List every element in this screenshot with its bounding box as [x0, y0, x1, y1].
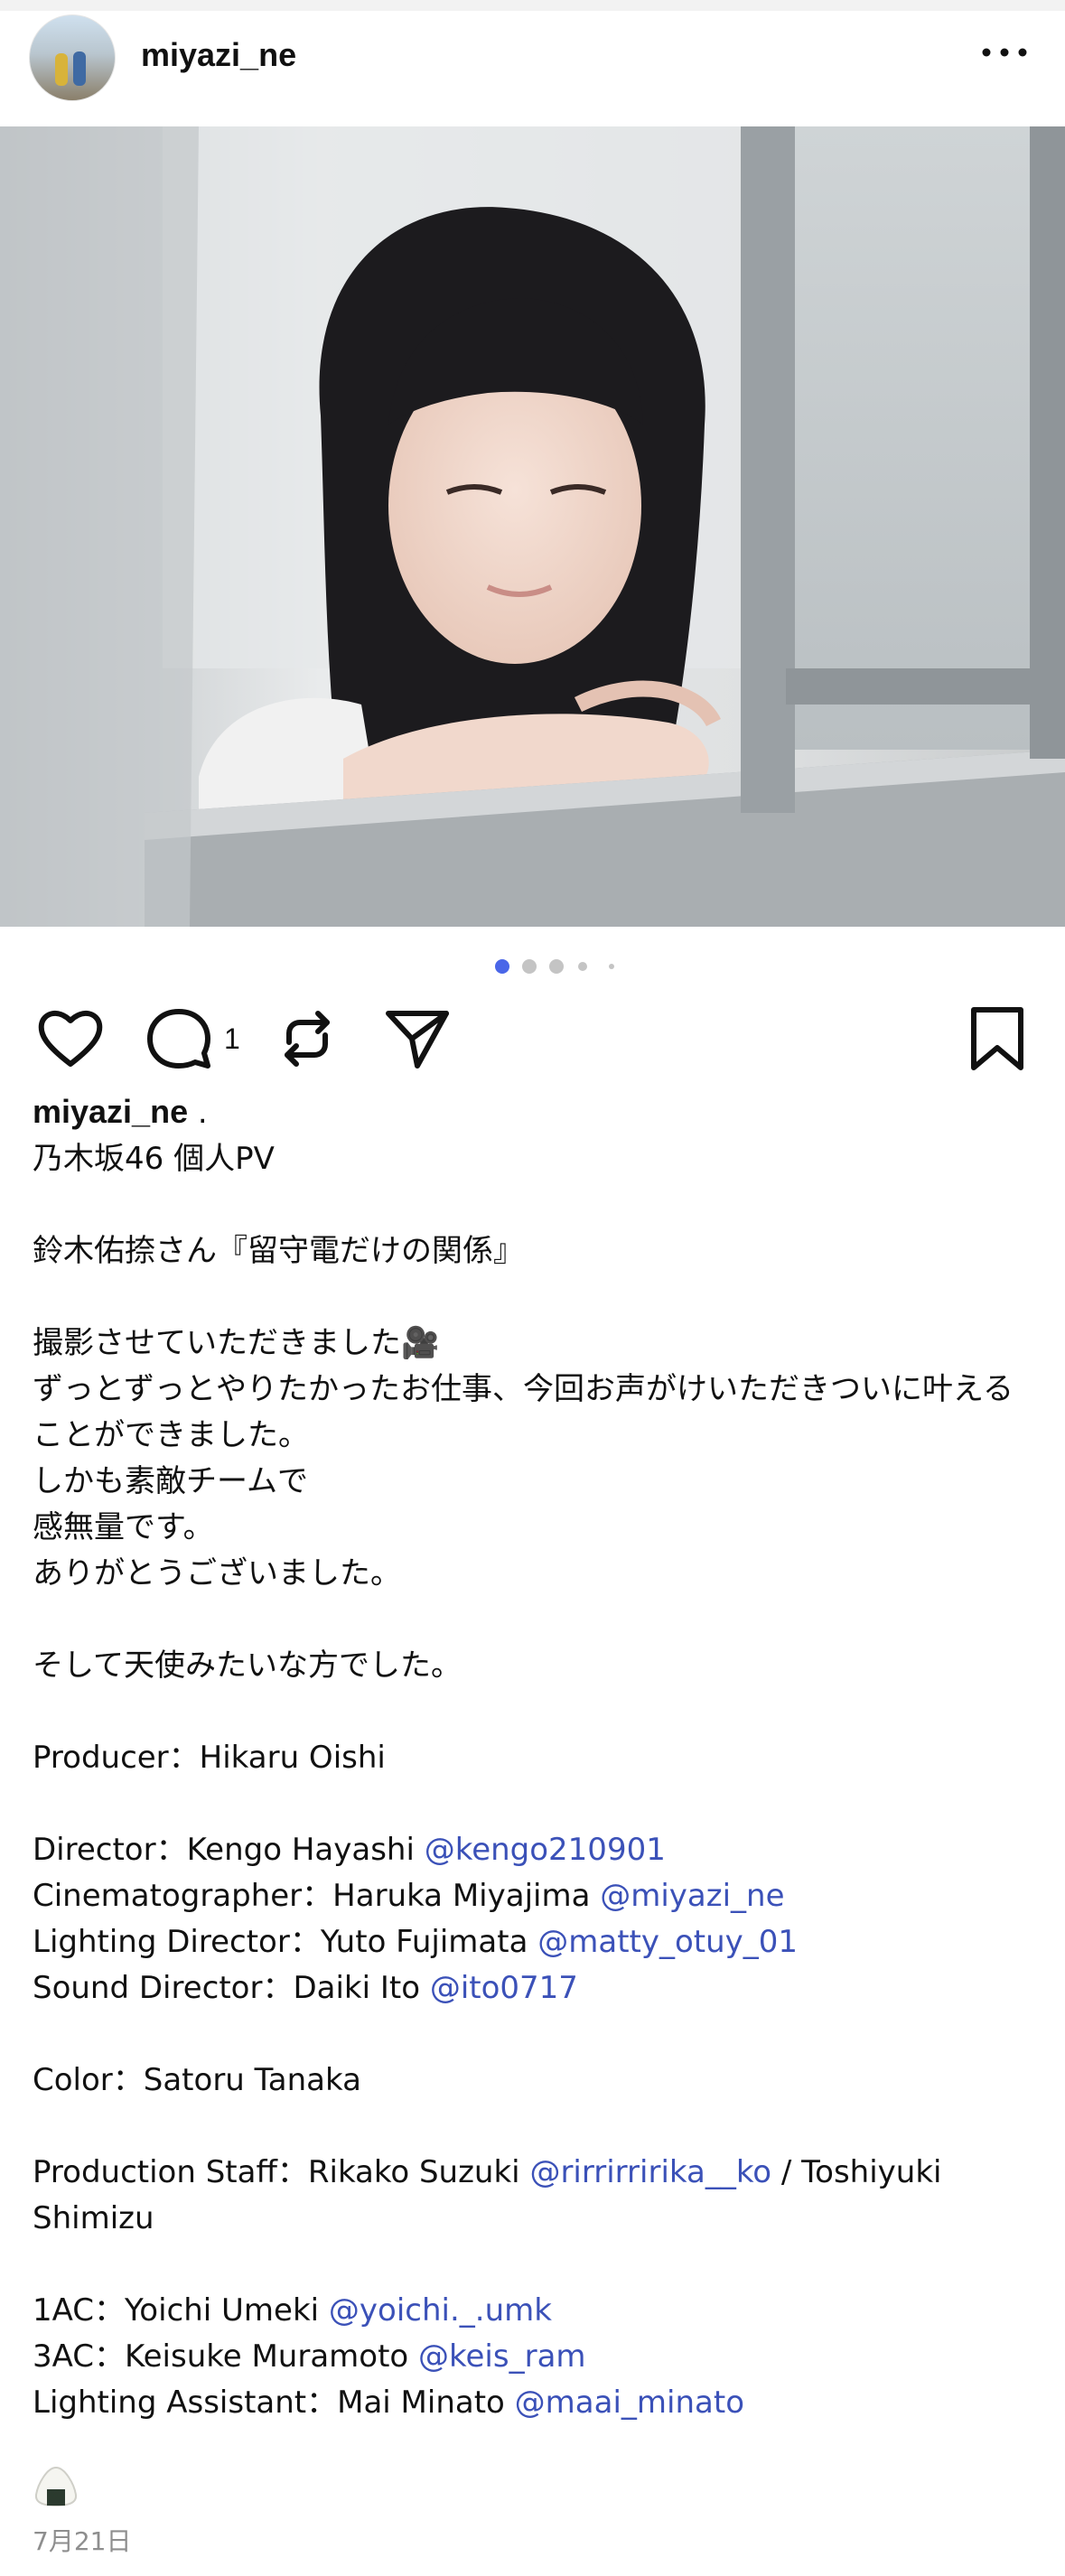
- status-strip: [0, 0, 1065, 11]
- mention-link[interactable]: @matty_otuy_01: [537, 1924, 798, 1960]
- carousel-dot: [609, 964, 614, 969]
- caption-line: Sound Director：Daiki Ito @ito0717: [33, 1965, 1035, 2011]
- caption-text: そして天使みたいな方でした。: [33, 1647, 462, 1684]
- caption-line: ありがとうございました。: [33, 1551, 1035, 1597]
- bookmark-button[interactable]: [961, 1003, 1033, 1078]
- avatar[interactable]: [29, 14, 116, 101]
- caption-line: しかも素敵チームで: [33, 1459, 1035, 1505]
- caption-line: ずっとずっとやりたかったお仕事、今回お声がけいただきついに叶えることができました…: [33, 1367, 1035, 1459]
- mention-link[interactable]: @keis_ram: [418, 2338, 586, 2375]
- caption-text: ありがとうございました。: [33, 1555, 401, 1591]
- caption-text: Cinematographer：Haruka Miyajima: [33, 1878, 601, 1914]
- caption-line: Director：Kengo Hayashi @kengo210901: [33, 1827, 1035, 1873]
- mention-link[interactable]: @yoichi._.umk: [329, 2292, 552, 2329]
- caption-line: 乃木坂46 個人PV: [33, 1136, 1035, 1182]
- bookmark-icon: [971, 1007, 1023, 1070]
- caption-line: Lighting Assistant：Mai Minato @maai_mina…: [33, 2380, 1035, 2426]
- more-options-icon: [982, 48, 1027, 57]
- caption-text: 撮影させていただきました🎥: [33, 1325, 440, 1361]
- post-caption: miyazi_ne . 乃木坂46 個人PV 鈴木佑捺さん『留守電だけの関係』 撮影…: [33, 1088, 1035, 2426]
- like-button[interactable]: [34, 1003, 107, 1078]
- post-date: 7月21日: [33, 2526, 132, 2556]
- onigiri-emoji: [33, 2464, 79, 2511]
- caption-text: 1AC：Yoichi Umeki: [33, 2292, 329, 2329]
- comment-count: 1: [224, 1022, 240, 1055]
- more-options-button[interactable]: [977, 34, 1032, 70]
- caption-line: 感無量です。: [33, 1505, 1035, 1551]
- post-photo[interactable]: [0, 126, 1065, 927]
- carousel-dot: [495, 959, 509, 974]
- caption-text: Color：Satoru Tanaka: [33, 2062, 361, 2098]
- caption-line: 鈴木佑捺さん『留守電だけの関係』: [33, 1228, 1035, 1274]
- caption-line: Producer：Hikaru Oishi: [33, 1735, 1035, 1781]
- heart-icon: [38, 1010, 103, 1067]
- mention-link[interactable]: @maai_minato: [515, 2385, 744, 2421]
- carousel-dot: [578, 962, 587, 971]
- post-actions: 1: [0, 1003, 1065, 1075]
- carousel-indicator: [0, 957, 1065, 975]
- caption-text: Production Staff：Rikako Suzuki: [33, 2154, 530, 2190]
- caption-line: [33, 2011, 1035, 2058]
- caption-line: Production Staff：Rikako Suzuki @rirrirri…: [33, 2150, 1035, 2242]
- caption-line: Cinematographer：Haruka Miyajima @miyazi_…: [33, 1873, 1035, 1919]
- caption-text: 鈴木佑捺さん『留守電だけの関係』: [33, 1233, 524, 1269]
- post-username[interactable]: miyazi_ne: [141, 36, 296, 74]
- caption-line: [33, 1274, 1035, 1321]
- caption-line: [33, 1182, 1035, 1228]
- repost-icon: [285, 1011, 330, 1067]
- share-button[interactable]: [381, 1003, 453, 1078]
- caption-text: 感無量です。: [33, 1509, 214, 1545]
- caption-line: Lighting Director：Yuto Fujimata @matty_o…: [33, 1919, 1035, 1965]
- caption-text: Director：Kengo Hayashi: [33, 1832, 425, 1868]
- caption-header: miyazi_ne .: [33, 1088, 1035, 1136]
- caption-username-suffix: .: [188, 1095, 208, 1131]
- caption-username[interactable]: miyazi_ne: [33, 1093, 188, 1130]
- caption-text: 乃木坂46 個人PV: [33, 1141, 275, 1177]
- caption-text: しかも素敵チームで: [33, 1463, 308, 1499]
- repost-button[interactable]: [271, 1003, 343, 1078]
- caption-line: [33, 2104, 1035, 2150]
- caption-line: 3AC：Keisuke Muramoto @keis_ram: [33, 2334, 1035, 2380]
- carousel-dot: [522, 959, 537, 974]
- avatar-figure: [73, 51, 86, 86]
- caption-line: [33, 2242, 1035, 2288]
- carousel-dot: [549, 959, 564, 974]
- caption-body: 乃木坂46 個人PV 鈴木佑捺さん『留守電だけの関係』 撮影させていただきました🎥 ず…: [33, 1136, 1035, 2426]
- mention-link[interactable]: @ito0717: [430, 1970, 578, 2006]
- comment-button[interactable]: [143, 1003, 215, 1078]
- avatar-figure: [55, 53, 68, 86]
- mention-link[interactable]: @miyazi_ne: [600, 1878, 784, 1914]
- caption-text: ずっとずっとやりたかったお仕事、今回お声がけいただきついに叶えることができました…: [33, 1371, 1014, 1453]
- comment-icon: [147, 1009, 210, 1069]
- share-icon: [386, 1011, 449, 1069]
- post-photo-illustration: [0, 126, 1065, 927]
- mention-link[interactable]: @kengo210901: [425, 1832, 666, 1868]
- caption-text: Producer：Hikaru Oishi: [33, 1740, 386, 1776]
- caption-text: 3AC：Keisuke Muramoto: [33, 2338, 419, 2375]
- mention-link[interactable]: @rirrirririka__ko: [529, 2154, 771, 2190]
- caption-line: [33, 1689, 1035, 1735]
- caption-line: [33, 1781, 1035, 1827]
- caption-text: Lighting Director：Yuto Fujimata: [33, 1924, 538, 1960]
- caption-line: そして天使みたいな方でした。: [33, 1643, 1035, 1689]
- caption-line: 1AC：Yoichi Umeki @yoichi._.umk: [33, 2288, 1035, 2334]
- caption-line: [33, 1597, 1035, 1643]
- caption-line: 撮影させていただきました🎥: [33, 1321, 1035, 1367]
- caption-text: Sound Director：Daiki Ito: [33, 1970, 430, 2006]
- caption-text: Lighting Assistant：Mai Minato: [33, 2385, 515, 2421]
- post-header: miyazi_ne: [0, 11, 1065, 126]
- caption-line: Color：Satoru Tanaka: [33, 2058, 1035, 2104]
- onigiri-icon: [34, 2466, 78, 2507]
